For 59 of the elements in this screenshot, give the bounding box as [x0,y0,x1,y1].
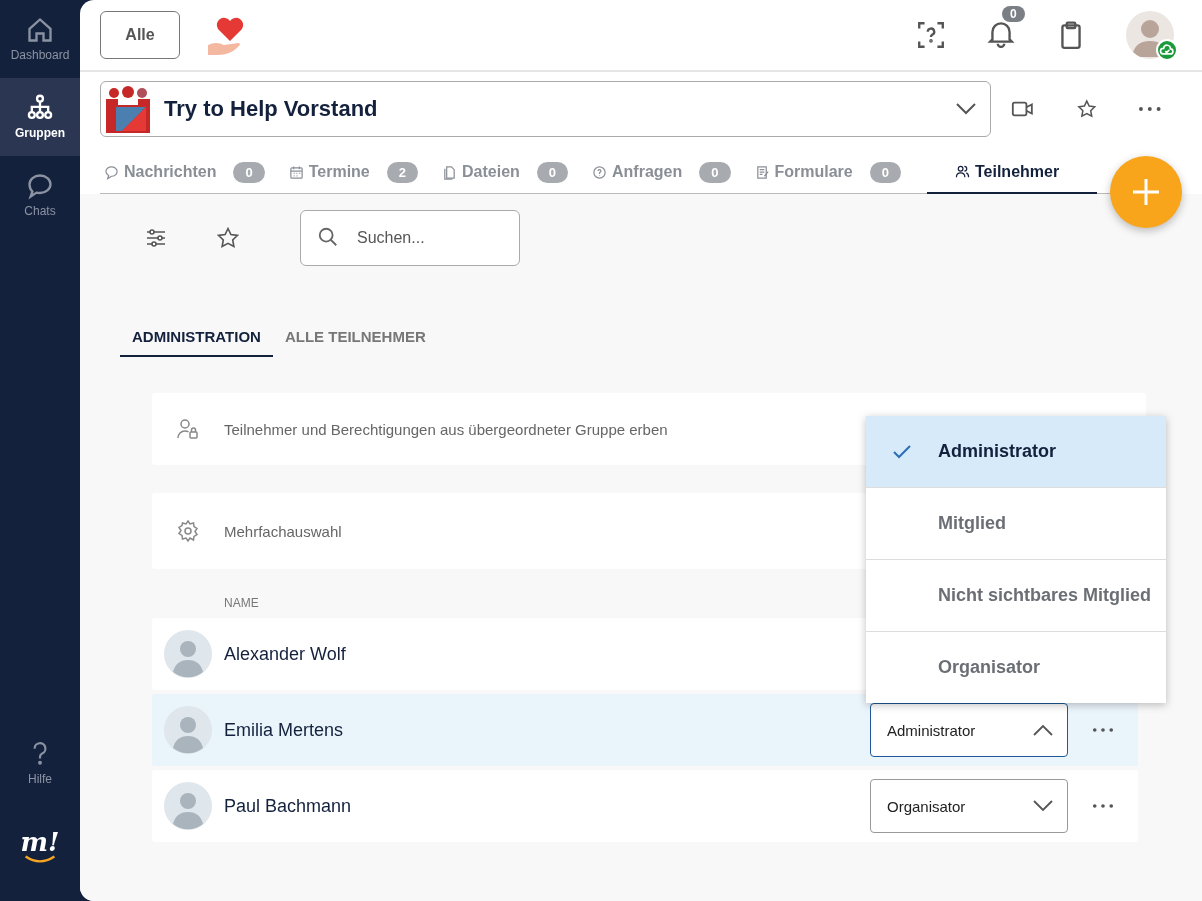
member-row[interactable]: Paul Bachmann Organisator [152,770,1138,842]
member-row[interactable]: Emilia Mertens Administrator [152,694,1138,766]
tab[interactable]: Anfragen 0 [586,151,743,193]
tab[interactable]: Dateien 0 [436,151,581,193]
more-icon[interactable] [1092,803,1114,809]
count-badge: 0 [233,161,265,183]
group-selector[interactable]: Try to Help Vorstand [100,81,992,137]
documents-icon [442,164,457,180]
video-camera-icon[interactable] [1011,99,1035,119]
menu-option[interactable]: Nicht sichtbares Mitglied [866,559,1166,631]
sidebar-item[interactable]: Gruppen [0,78,80,156]
count-badge: 0 [699,161,731,183]
user-avatar[interactable] [1126,11,1174,59]
tab[interactable]: Nachrichten 0 [100,151,277,193]
subtab[interactable]: ALLE TEILNEHMER [272,320,438,357]
filter-sliders-icon[interactable] [144,226,168,250]
filter-button[interactable]: Alle [100,11,180,59]
app-logo: m! [20,801,60,891]
count-badge: 0 [869,161,901,183]
settings-icon [176,519,200,543]
avatar-icon [164,630,212,678]
tab[interactable]: Termine 2 [282,151,430,193]
count-badge: 0 [536,161,569,183]
check-icon [892,443,912,460]
question-bubble-icon [592,164,608,180]
avatar-icon [164,782,212,830]
role-select[interactable]: Organisator [870,779,1068,833]
chevron-down-icon [1033,800,1053,812]
chevron-up-icon [1033,724,1053,736]
star-icon[interactable] [1074,99,1099,119]
count-badge: 2 [386,161,418,183]
avatar-icon [164,706,212,754]
people-icon [955,164,970,179]
chat-icon [26,172,54,200]
sidebar-item[interactable]: Chats [0,156,80,234]
column-header: NAME [224,596,259,610]
home-icon [26,16,54,44]
menu-option[interactable]: Organisator [866,631,1166,703]
role-select[interactable]: Administrator [870,703,1068,757]
menu-option[interactable]: Mitglied [866,487,1166,559]
subtab[interactable]: ADMINISTRATION [120,320,273,357]
form-icon [754,164,770,180]
user-lock-icon [176,417,200,441]
tab[interactable]: Formulare 0 [748,151,913,193]
plus-icon [1131,177,1161,207]
help-icon[interactable] [916,20,946,50]
speech-bubble-icon [104,164,119,180]
star-icon[interactable] [216,226,240,250]
notification-count: 0 [1002,6,1025,22]
cloud-check-icon [1156,39,1178,61]
search-icon [317,226,339,248]
search-field[interactable]: Suchen... [300,210,520,266]
help-item[interactable]: Hilfe [0,723,80,801]
sidebar-item[interactable]: Dashboard [0,0,80,78]
menu-option[interactable]: Administrator [866,416,1166,487]
more-icon[interactable] [1092,727,1114,733]
chevron-down-icon [956,103,977,115]
hierarchy-icon [26,94,54,122]
calendar-icon [288,164,304,180]
